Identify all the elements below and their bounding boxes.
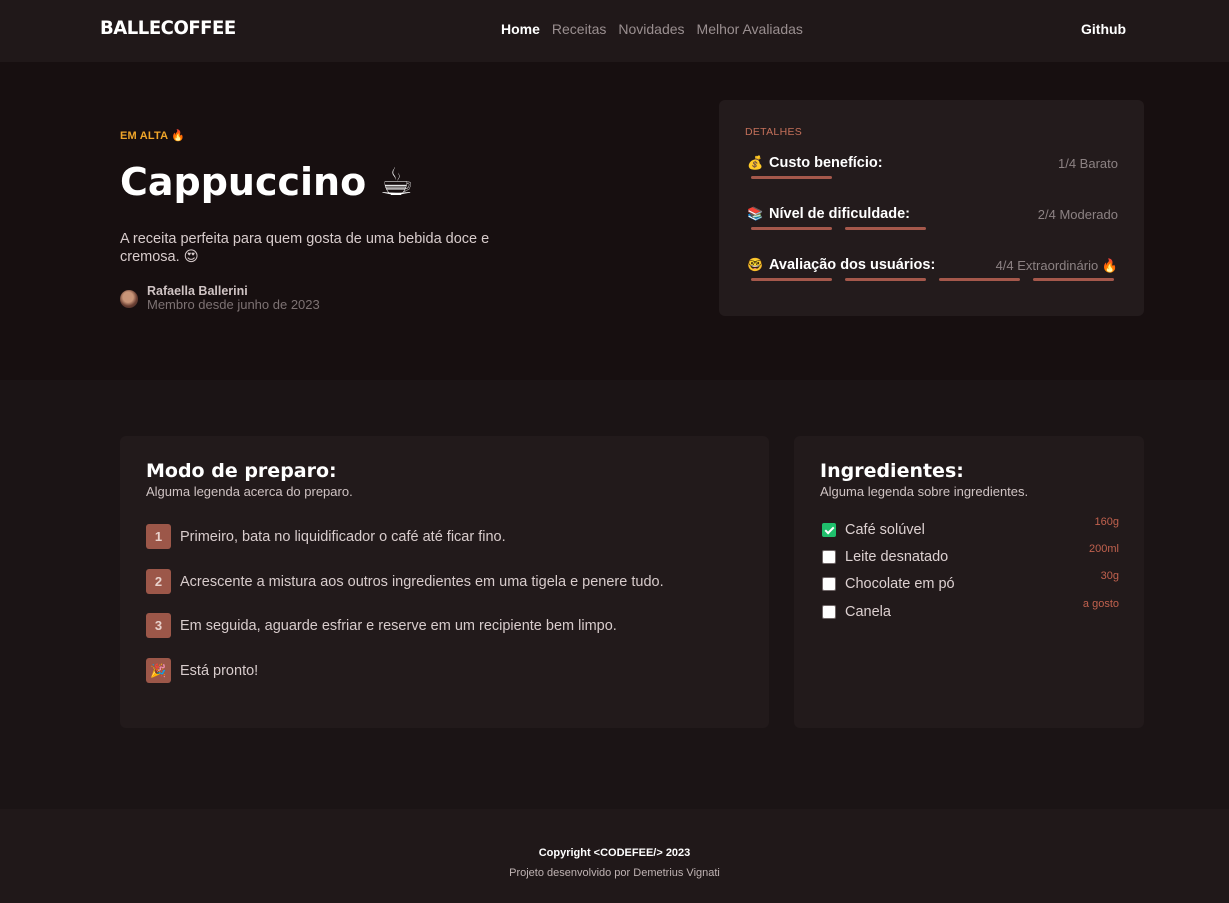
preparation-subtitle: Alguma legenda acerca do preparo.: [146, 484, 353, 499]
navbar: BALLECOFFEE Home Receitas Novidades Melh…: [0, 0, 1229, 62]
ingredients-card: Ingredientes: Alguma legenda sobre ingre…: [794, 436, 1144, 728]
preparation-title: Modo de preparo:: [146, 460, 337, 482]
ingredient-checkbox[interactable]: [822, 605, 836, 619]
ingredient-quantity: 30g: [1100, 570, 1119, 582]
detail-label: Nível de dificuldade:: [769, 206, 910, 222]
ingredient-checkbox[interactable]: [822, 523, 836, 537]
ingredient-name: Leite desnatado: [845, 549, 949, 565]
ingredient-name: Canela: [845, 604, 891, 620]
credit-text: Projeto desenvolvido por Demetrius Vigna…: [509, 867, 720, 879]
books-icon: 📚: [747, 206, 764, 221]
ingredient-item: Chocolate em pó 30g: [822, 570, 1119, 592]
ingredients-title: Ingredientes:: [820, 460, 964, 482]
nav-links: Home Receitas Novidades Melhor Avaliadas: [501, 21, 803, 37]
preparation-card: Modo de preparo: Alguma legenda acerca d…: [120, 436, 769, 728]
ingredient-item: Canela a gosto: [822, 598, 1119, 620]
rating-bars: [751, 227, 1118, 230]
rating-bar-segment: [845, 278, 926, 281]
hero-section: EM ALTA 🔥 Cappuccino ☕ A receita perfeit…: [0, 62, 1229, 380]
ingredient-checkbox[interactable]: [822, 577, 836, 591]
step-number: 1: [146, 524, 171, 549]
details-card: DETALHES 💰 Custo benefício: 1/4 Barato 📚…: [719, 100, 1144, 316]
detail-label: Avaliação dos usuários:: [769, 257, 936, 273]
rating-bar-segment: [939, 278, 1020, 281]
step-text: Em seguida, aguarde esfriar e reserve em…: [180, 617, 617, 634]
ingredient-checkbox[interactable]: [822, 550, 836, 564]
rating-bar-segment: [751, 176, 832, 179]
nav-link-receitas[interactable]: Receitas: [552, 21, 606, 37]
copyright-text: Copyright <CODEFEE/> 2023: [538, 847, 691, 859]
step-item: 2 Acrescente a mistura aos outros ingred…: [146, 569, 664, 594]
money-bag-icon: 💰: [747, 155, 764, 170]
rating-bars: [751, 278, 1118, 281]
ingredient-name: Chocolate em pó: [845, 576, 955, 592]
nerd-face-icon: 🤓: [747, 257, 764, 272]
logo[interactable]: BALLECOFFEE: [100, 17, 236, 39]
author-info: Rafaella Ballerini Membro desde junho de…: [120, 284, 320, 312]
step-number: 3: [146, 613, 171, 638]
detail-value: 1/4 Barato: [1058, 156, 1118, 171]
party-popper-icon: 🎉: [146, 658, 171, 683]
author-name: Rafaella Ballerini: [147, 284, 248, 298]
step-text: Está pronto!: [180, 662, 259, 679]
step-item: 🎉 Está pronto!: [146, 658, 258, 683]
nav-link-novidades[interactable]: Novidades: [618, 21, 684, 37]
detail-row-difficulty: 📚 Nível de dificuldade: 2/4 Moderado: [747, 206, 1118, 230]
ingredient-name: Café solúvel: [845, 522, 925, 538]
rating-bar-segment: [845, 227, 926, 230]
detail-row-cost: 💰 Custo benefício: 1/4 Barato: [747, 155, 1118, 179]
step-item: 3 Em seguida, aguarde esfriar e reserve …: [146, 613, 617, 638]
recipe-title: Cappuccino ☕: [120, 160, 414, 204]
rating-bar-segment: [1033, 278, 1114, 281]
avatar: [120, 290, 138, 308]
ingredient-quantity: 160g: [1094, 516, 1119, 528]
ingredient-quantity: a gosto: [1082, 598, 1119, 610]
ingredient-quantity: 200ml: [1089, 543, 1119, 555]
author-since: Membro desde junho de 2023: [147, 297, 320, 312]
ingredient-item: Leite desnatado 200ml: [822, 543, 1119, 565]
nav-link-melhor-avaliadas[interactable]: Melhor Avaliadas: [697, 21, 803, 37]
ingredient-item: Café solúvel 160g: [822, 516, 1119, 538]
rating-bar-segment: [751, 227, 832, 230]
ingredients-subtitle: Alguma legenda sobre ingredientes.: [820, 484, 1029, 499]
step-item: 1 Primeiro, bata no liquidificador o caf…: [146, 524, 506, 549]
step-number: 2: [146, 569, 171, 594]
detail-row-rating: 🤓 Avaliação dos usuários: 4/4 Extraordin…: [747, 257, 1118, 281]
footer: Copyright <CODEFEE/> 2023 Projeto desenv…: [0, 809, 1229, 903]
detail-value: 2/4 Moderado: [1037, 207, 1118, 222]
nav-link-home[interactable]: Home: [501, 21, 540, 37]
trending-badge: EM ALTA 🔥: [120, 130, 185, 142]
rating-bar-segment: [751, 278, 832, 281]
detail-label: Custo benefício:: [769, 155, 883, 171]
main-content: Modo de preparo: Alguma legenda acerca d…: [0, 380, 1229, 809]
detail-value: 4/4 Extraordinário 🔥: [995, 258, 1118, 273]
step-text: Primeiro, bata no liquidificador o café …: [180, 528, 506, 545]
step-text: Acrescente a mistura aos outros ingredie…: [180, 573, 664, 590]
details-heading: DETALHES: [745, 126, 803, 138]
github-link[interactable]: Github: [1081, 21, 1126, 37]
recipe-description: A receita perfeita para quem gosta de um…: [120, 231, 490, 265]
rating-bars: [751, 176, 1118, 179]
